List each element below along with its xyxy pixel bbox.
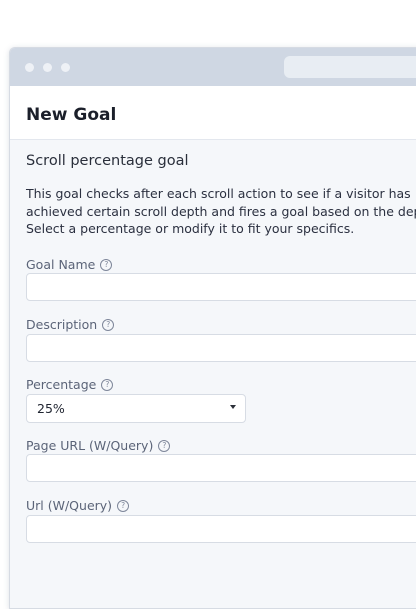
- page-url-label: Page URL (W/Query) ?: [26, 438, 171, 453]
- question-circle-icon[interactable]: ?: [158, 439, 171, 452]
- window-dot-icon: [61, 63, 70, 72]
- description-label-text: Description: [26, 317, 98, 332]
- description-line: achieved certain scroll depth and fires …: [26, 203, 416, 219]
- url-label: Url (W/Query) ?: [26, 498, 130, 513]
- percentage-label: Percentage ?: [26, 377, 114, 392]
- page-url-input[interactable]: [26, 454, 416, 482]
- panel-header: New Goal: [10, 86, 416, 140]
- description-line: Select a percentage or modify it to fit …: [26, 221, 355, 236]
- description-label: Description ?: [26, 317, 115, 332]
- section-title: Scroll percentage goal: [26, 153, 189, 169]
- question-circle-icon[interactable]: ?: [102, 318, 115, 331]
- page-title: New Goal: [26, 105, 117, 125]
- window-dot-icon: [25, 63, 34, 72]
- goal-description-text: This goal checks after each scroll actio…: [26, 185, 416, 238]
- question-circle-icon[interactable]: ?: [117, 499, 130, 512]
- percentage-label-text: Percentage: [26, 377, 97, 392]
- goal-name-input[interactable]: [26, 273, 416, 301]
- window-titlebar: [10, 48, 416, 86]
- address-bar[interactable]: [284, 56, 416, 78]
- browser-window: New Goal Scroll percentage goal This goa…: [9, 47, 416, 609]
- page-url-label-text: Page URL (W/Query): [26, 438, 154, 453]
- goal-name-label: Goal Name ?: [26, 257, 113, 272]
- goal-name-label-text: Goal Name: [26, 257, 96, 272]
- caret-down-icon: [230, 405, 236, 409]
- window-dot-icon: [43, 63, 52, 72]
- url-label-text: Url (W/Query): [26, 498, 113, 513]
- description-input[interactable]: [26, 334, 416, 362]
- percentage-selected-value: 25%: [37, 401, 65, 416]
- question-circle-icon[interactable]: ?: [101, 378, 114, 391]
- question-circle-icon[interactable]: ?: [100, 258, 113, 271]
- percentage-select[interactable]: 25%: [26, 394, 246, 423]
- description-line: This goal checks after each scroll actio…: [26, 186, 411, 201]
- url-input[interactable]: [26, 515, 416, 543]
